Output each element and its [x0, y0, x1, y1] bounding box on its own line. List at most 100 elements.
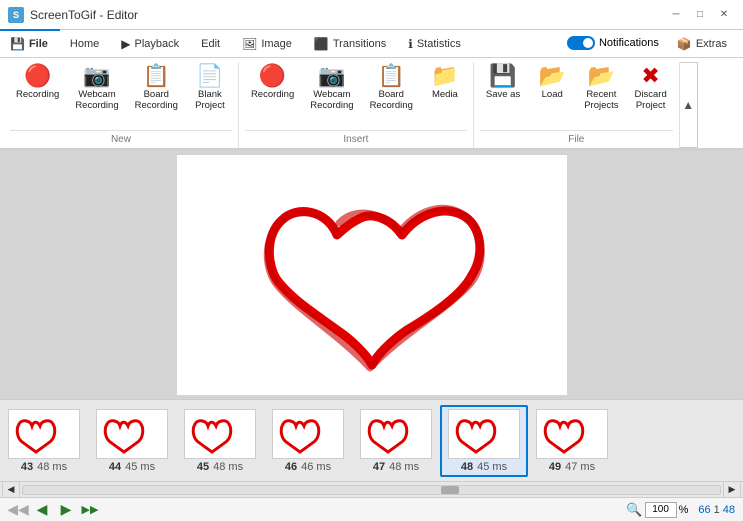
scroll-left-button[interactable]: ◀ — [2, 481, 20, 499]
board-recording-button[interactable]: 📋 BoardRecording — [129, 62, 184, 115]
frame-index: 1 — [714, 504, 720, 516]
insert-group-items: 🔴 Recording 📷 WebcamRecording 📋 BoardRec… — [245, 62, 467, 128]
tab-right-area: Notifications 📦 Extras — [561, 29, 743, 57]
scroll-thumb — [441, 486, 459, 494]
title-bar: S ScreenToGif - Editor ─ □ ✕ — [0, 0, 743, 30]
transitions-tab-icon: ⬛ — [314, 37, 329, 51]
insert-board-icon: 📋 — [378, 65, 405, 87]
ribbon: 🔴 Recording 📷 WebcamRecording 📋 BoardRec… — [0, 58, 743, 150]
notifications-toggle[interactable]: Notifications — [561, 33, 665, 53]
insert-webcam-label: WebcamRecording — [310, 89, 353, 112]
save-as-button[interactable]: 💾 Save as — [480, 62, 526, 103]
frame-total: 48 — [723, 504, 735, 516]
recording-button[interactable]: 🔴 Recording — [10, 62, 65, 103]
tab-image[interactable]: 🖼 Image — [232, 29, 304, 57]
file-group-label: File — [480, 130, 673, 148]
tab-transitions[interactable]: ⬛ Transitions — [304, 29, 398, 57]
nav-forward-button[interactable]: ▶▶ — [80, 501, 100, 519]
blank-icon: 📄 — [196, 65, 223, 87]
title-text: ScreenToGif - Editor — [30, 8, 665, 22]
insert-board-label: BoardRecording — [370, 89, 413, 112]
frame-43-num: 43 — [21, 461, 33, 473]
webcam-label: WebcamRecording — [75, 89, 118, 112]
tab-image-label: Image — [261, 38, 292, 50]
frame-44-info: 44 45 ms — [109, 461, 155, 473]
frame-45-img — [184, 409, 256, 459]
webcam-icon: 📷 — [83, 65, 110, 87]
frame-44[interactable]: 44 45 ms — [88, 405, 176, 477]
heart-canvas — [177, 155, 567, 395]
nav-next-button[interactable]: ▶ — [56, 501, 76, 519]
save-as-label: Save as — [486, 89, 520, 100]
scroll-right-button[interactable]: ▶ — [723, 481, 741, 499]
frame-48-time: 45 ms — [477, 461, 507, 473]
board-icon: 📋 — [143, 65, 170, 87]
frame-43-img — [8, 409, 80, 459]
frame-43[interactable]: 43 48 ms — [0, 405, 88, 477]
nav-prev-button[interactable]: ◀ — [32, 501, 52, 519]
image-tab-icon: 🖼 — [242, 37, 257, 51]
file-tab-icon: 💾 — [10, 37, 25, 51]
zoom-input[interactable] — [645, 502, 677, 518]
insert-board-button[interactable]: 📋 BoardRecording — [364, 62, 419, 115]
frame-44-time: 45 ms — [125, 461, 155, 473]
media-icon: 📁 — [431, 65, 458, 87]
frame-47[interactable]: 47 48 ms — [352, 405, 440, 477]
new-group-items: 🔴 Recording 📷 WebcamRecording 📋 BoardRec… — [10, 62, 232, 128]
webcam-recording-button[interactable]: 📷 WebcamRecording — [69, 62, 124, 115]
frame-count: 66 — [698, 504, 710, 516]
insert-recording-icon: 🔴 — [259, 65, 286, 87]
filmstrip-scrollbar: ◀ ▶ — [0, 481, 743, 497]
maximize-button[interactable]: □ — [689, 6, 711, 24]
frame-47-time: 48 ms — [389, 461, 419, 473]
frame-49-time: 47 ms — [565, 461, 595, 473]
file-group-items: 💾 Save as 📂 Load 📂 RecentProjects ✖ Disc… — [480, 62, 673, 128]
insert-recording-button[interactable]: 🔴 Recording — [245, 62, 300, 103]
tab-playback[interactable]: ▶ Playback — [111, 29, 191, 57]
frame-45[interactable]: 45 48 ms — [176, 405, 264, 477]
close-button[interactable]: ✕ — [713, 6, 735, 24]
tab-statistics[interactable]: ℹ Statistics — [398, 29, 473, 57]
discard-project-button[interactable]: ✖ DiscardProject — [629, 62, 673, 115]
load-label: Load — [542, 89, 563, 100]
frame-45-info: 45 48 ms — [197, 461, 243, 473]
recent-icon: 📂 — [588, 65, 615, 87]
frame-49[interactable]: 49 47 ms — [528, 405, 616, 477]
ribbon-collapse-button[interactable]: ▲ — [680, 62, 698, 148]
insert-webcam-button[interactable]: 📷 WebcamRecording — [304, 62, 359, 115]
tab-edit[interactable]: Edit — [191, 29, 232, 57]
scroll-track[interactable] — [22, 485, 721, 495]
recent-projects-button[interactable]: 📂 RecentProjects — [578, 62, 624, 115]
tab-edit-label: Edit — [201, 38, 220, 50]
ribbon-group-new: 🔴 Recording 📷 WebcamRecording 📋 BoardRec… — [4, 62, 239, 148]
minimize-button[interactable]: ─ — [665, 6, 687, 24]
insert-recording-label: Recording — [251, 89, 294, 100]
load-icon: 📂 — [539, 65, 566, 87]
nav-back-button[interactable]: ◀◀ — [8, 501, 28, 519]
tab-file[interactable]: 💾 File — [0, 29, 60, 57]
blank-project-button[interactable]: 📄 BlankProject — [188, 62, 232, 115]
frame-45-num: 45 — [197, 461, 209, 473]
tab-transitions-label: Transitions — [333, 38, 386, 50]
canvas-container — [177, 155, 567, 395]
frame-46[interactable]: 46 46 ms — [264, 405, 352, 477]
tab-statistics-label: Statistics — [417, 38, 461, 50]
frame-47-num: 47 — [373, 461, 385, 473]
load-button[interactable]: 📂 Load — [530, 62, 574, 103]
tab-home-label: Home — [70, 38, 99, 50]
frame-47-img — [360, 409, 432, 459]
media-button[interactable]: 📁 Media — [423, 62, 467, 103]
tab-home[interactable]: Home — [60, 29, 111, 57]
zoom-controls: 🔍 % — [626, 502, 688, 518]
blank-label: BlankProject — [195, 89, 225, 112]
tab-extras[interactable]: 📦 Extras — [667, 29, 739, 57]
frame-43-info: 43 48 ms — [21, 461, 67, 473]
status-bar: ◀◀ ◀ ▶ ▶▶ 🔍 % 66 1 48 — [0, 497, 743, 521]
discard-icon: ✖ — [641, 65, 659, 87]
frame-45-time: 48 ms — [213, 461, 243, 473]
frame-48-num: 48 — [461, 461, 473, 473]
recording-label: Recording — [16, 89, 59, 100]
ribbon-group-insert: 🔴 Recording 📷 WebcamRecording 📋 BoardRec… — [239, 62, 474, 148]
frame-48[interactable]: 48 45 ms — [440, 405, 528, 477]
frame-43-time: 48 ms — [37, 461, 67, 473]
